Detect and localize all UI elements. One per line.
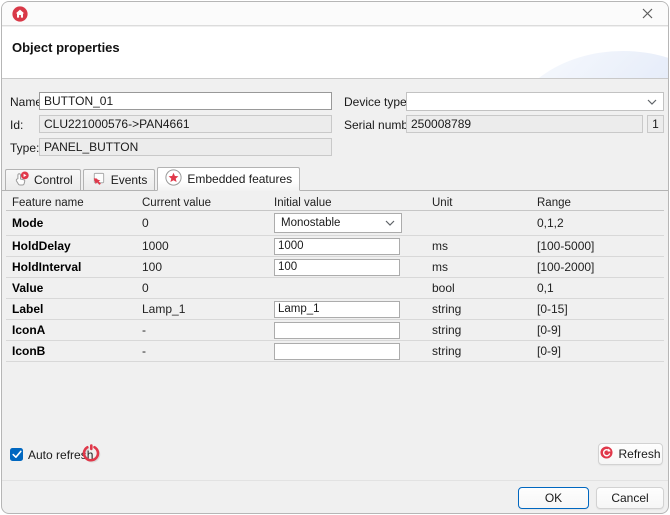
serial-extra-field — [647, 115, 664, 133]
object-properties-dialog: Object properties Name: Id: Type: Device… — [1, 1, 669, 514]
range: [100-5000] — [537, 239, 595, 253]
col-current-value: Current value — [142, 196, 212, 209]
col-range: Range — [537, 196, 571, 209]
label-initial-input[interactable] — [274, 300, 400, 318]
dialog-header: Object properties — [2, 27, 668, 79]
tab-label: Control — [34, 173, 73, 187]
unit: string — [432, 323, 462, 337]
refresh-label: Refresh — [618, 447, 661, 461]
current-value: 100 — [142, 260, 163, 274]
col-unit: Unit — [432, 196, 453, 209]
unit: bool — [432, 281, 455, 295]
star-icon — [165, 169, 182, 189]
refresh-icon — [600, 446, 614, 462]
current-value: - — [142, 344, 146, 358]
tab-label: Embedded features — [187, 172, 293, 186]
embedded-features-table: Feature name Current value Initial value… — [6, 195, 664, 362]
current-value: 0 — [142, 281, 149, 295]
id-label: Id: — [10, 118, 24, 132]
table-row: Mode 0 Monostable 0,1,2 — [6, 211, 664, 236]
holddelay-initial-input[interactable] — [274, 237, 400, 255]
feature-name: Value — [12, 281, 44, 295]
footer-divider — [2, 480, 668, 481]
current-value: Lamp_1 — [142, 302, 186, 316]
tab-bar: Control Events Embedded features — [2, 167, 668, 191]
iconb-initial-input[interactable] — [274, 342, 400, 360]
current-value: 0 — [142, 216, 149, 230]
tab-control[interactable]: Control — [5, 169, 81, 190]
unit: ms — [432, 239, 448, 253]
feature-name: Mode — [12, 216, 44, 230]
range: [0-9] — [537, 323, 562, 337]
icona-initial-input[interactable] — [274, 321, 400, 339]
device-type-label: Device type: — [344, 95, 411, 109]
current-value: - — [142, 323, 146, 337]
feature-name: HoldInterval — [12, 260, 82, 274]
tab-embedded-features[interactable]: Embedded features — [157, 167, 301, 191]
table-row: HoldDelay 1000 ms [100-5000] — [6, 236, 664, 257]
range: [0-9] — [537, 344, 562, 358]
mode-initial-value: Monostable — [281, 217, 341, 229]
mode-initial-select[interactable]: Monostable — [274, 213, 402, 233]
device-type-select[interactable] — [406, 92, 664, 111]
header-decoration — [508, 51, 668, 78]
unit: string — [432, 302, 462, 316]
feature-name: IconA — [12, 323, 46, 337]
serial-number-field — [406, 115, 643, 133]
unit: ms — [432, 260, 448, 274]
control-hand-icon — [13, 171, 29, 190]
dialog-title: Object properties — [12, 40, 120, 55]
ok-button[interactable]: OK — [518, 487, 589, 509]
col-feature-name: Feature name — [12, 196, 84, 209]
feature-name: HoldDelay — [12, 239, 71, 253]
chevron-down-icon — [647, 99, 657, 105]
auto-refresh-checkbox[interactable] — [10, 448, 23, 461]
range: 0,1 — [537, 281, 554, 295]
cancel-button[interactable]: Cancel — [596, 487, 664, 509]
feature-name: IconB — [12, 344, 46, 358]
chevron-down-icon — [385, 217, 395, 229]
table-header-row: Feature name Current value Initial value… — [6, 195, 664, 211]
close-button[interactable] — [632, 4, 662, 24]
auto-refresh-icon — [81, 443, 101, 463]
grenton-logo-icon — [12, 6, 28, 22]
col-initial-value: Initial value — [274, 196, 332, 209]
range: 0,1,2 — [537, 216, 564, 230]
type-field — [39, 138, 332, 156]
tab-events[interactable]: Events — [82, 169, 156, 190]
range: [0-15] — [537, 302, 568, 316]
holdinterval-initial-input[interactable] — [274, 258, 400, 276]
current-value: 1000 — [142, 239, 169, 253]
range: [100-2000] — [537, 260, 595, 274]
table-row: IconB - string [0-9] — [6, 341, 664, 362]
checkmark-icon — [11, 448, 22, 462]
refresh-button[interactable]: Refresh — [598, 443, 663, 465]
close-icon — [642, 7, 653, 22]
type-label: Type: — [10, 141, 40, 155]
table-row: Label Lamp_1 string [0-15] — [6, 299, 664, 320]
name-input[interactable] — [39, 92, 332, 110]
events-icon — [91, 171, 106, 189]
tab-label: Events — [110, 173, 148, 187]
table-row: IconA - string [0-9] — [6, 320, 664, 341]
table-row: Value 0 bool 0,1 — [6, 278, 664, 299]
id-field — [39, 115, 332, 133]
feature-name: Label — [12, 302, 44, 316]
table-row: HoldInterval 100 ms [100-2000] — [6, 257, 664, 278]
unit: string — [432, 344, 462, 358]
titlebar — [2, 2, 668, 26]
